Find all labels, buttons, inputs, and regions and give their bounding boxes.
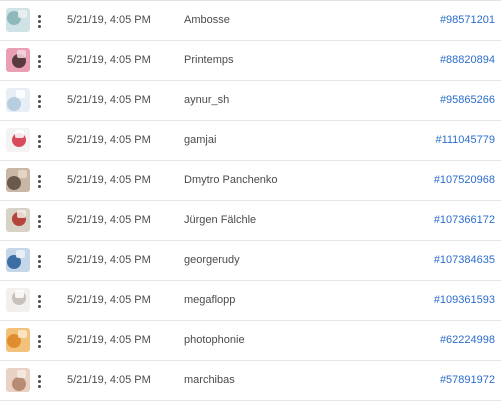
contributor-name: Printemps [184, 54, 234, 66]
list-item[interactable]: 5/21/19, 4:05 PM megaflopp #109361593 [0, 281, 501, 321]
list-item[interactable]: 5/21/19, 4:05 PM georgerudy #107384635 [0, 241, 501, 281]
date-text: 5/21/19, 4:05 PM [67, 254, 151, 266]
contributor-name: megaflopp [184, 294, 236, 306]
contributor-name: Jürgen Fälchle [184, 214, 257, 226]
baby-photo-thumbnail[interactable] [6, 368, 30, 392]
portrait-photo-thumbnail[interactable] [6, 168, 30, 192]
more-options-icon[interactable] [34, 290, 46, 312]
list-item[interactable]: 5/21/19, 4:05 PM photophonie #62224998 [0, 321, 501, 361]
list-item[interactable]: 5/21/19, 4:05 PM aynur_sh #95865266 [0, 81, 501, 121]
more-options-icon[interactable] [34, 130, 46, 152]
date-text: 5/21/19, 4:05 PM [67, 294, 151, 306]
date-text: 5/21/19, 4:05 PM [67, 174, 151, 186]
date-text: 5/21/19, 4:05 PM [67, 54, 151, 66]
food-photo-thumbnail[interactable] [6, 328, 30, 352]
list-item[interactable]: 5/21/19, 4:05 PM Printemps #88820894 [0, 41, 501, 81]
flower-photo-thumbnail[interactable] [6, 48, 30, 72]
contributor-name: georgerudy [184, 254, 240, 266]
more-options-icon[interactable] [34, 330, 46, 352]
asset-id-link[interactable]: #98571201 [440, 14, 495, 26]
date-text: 5/21/19, 4:05 PM [67, 374, 151, 386]
date-text: 5/21/19, 4:05 PM [67, 14, 151, 26]
office-photo-thumbnail[interactable] [6, 248, 30, 272]
list-item[interactable]: 5/21/19, 4:05 PM Dmytro Panchenko #10752… [0, 161, 501, 201]
medicine-photo-thumbnail[interactable] [6, 88, 30, 112]
contributor-name: photophonie [184, 334, 245, 346]
bathroom-photo-thumbnail[interactable] [6, 8, 30, 32]
asset-history-list: 5/21/19, 4:05 PM Ambosse #98571201 5/21/… [0, 0, 501, 402]
contributor-name: aynur_sh [184, 94, 230, 106]
more-options-icon[interactable] [34, 10, 46, 32]
more-options-icon[interactable] [34, 210, 46, 232]
asset-id-link[interactable]: #109361593 [434, 294, 495, 306]
asset-id-link[interactable]: #95865266 [440, 94, 495, 106]
asset-id-link[interactable]: #88820894 [440, 54, 495, 66]
date-text: 5/21/19, 4:05 PM [67, 334, 151, 346]
list-item[interactable]: 5/21/19, 4:05 PM gamjai #111045779 [0, 121, 501, 161]
more-options-icon[interactable] [34, 250, 46, 272]
list-item[interactable]: 5/21/19, 4:05 PM Ambosse #98571201 [0, 1, 501, 41]
more-options-icon[interactable] [34, 170, 46, 192]
date-text: 5/21/19, 4:05 PM [67, 134, 151, 146]
asset-id-link[interactable]: #107384635 [434, 254, 495, 266]
date-text: 5/21/19, 4:05 PM [67, 214, 151, 226]
list-item[interactable]: 5/21/19, 4:05 PM Jürgen Fälchle #1073661… [0, 201, 501, 241]
more-options-icon[interactable] [34, 50, 46, 72]
asset-id-link[interactable]: #57891972 [440, 374, 495, 386]
list-item[interactable]: 5/21/19, 4:05 PM marchibas #57891972 [0, 361, 501, 401]
asset-id-link[interactable]: #107366172 [434, 214, 495, 226]
contributor-name: gamjai [184, 134, 217, 146]
sign-photo-thumbnail[interactable] [6, 128, 30, 152]
contributor-name: Ambosse [184, 14, 230, 26]
more-options-icon[interactable] [34, 370, 46, 392]
asset-id-link[interactable]: #111045779 [435, 134, 495, 146]
asset-id-link[interactable]: #62224998 [440, 334, 495, 346]
date-text: 5/21/19, 4:05 PM [67, 94, 151, 106]
tools-photo-thumbnail[interactable] [6, 208, 30, 232]
contributor-name: Dmytro Panchenko [184, 174, 278, 186]
contributor-name: marchibas [184, 374, 235, 386]
hand-photo-thumbnail[interactable] [6, 288, 30, 312]
more-options-icon[interactable] [34, 90, 46, 112]
asset-id-link[interactable]: #107520968 [434, 174, 495, 186]
